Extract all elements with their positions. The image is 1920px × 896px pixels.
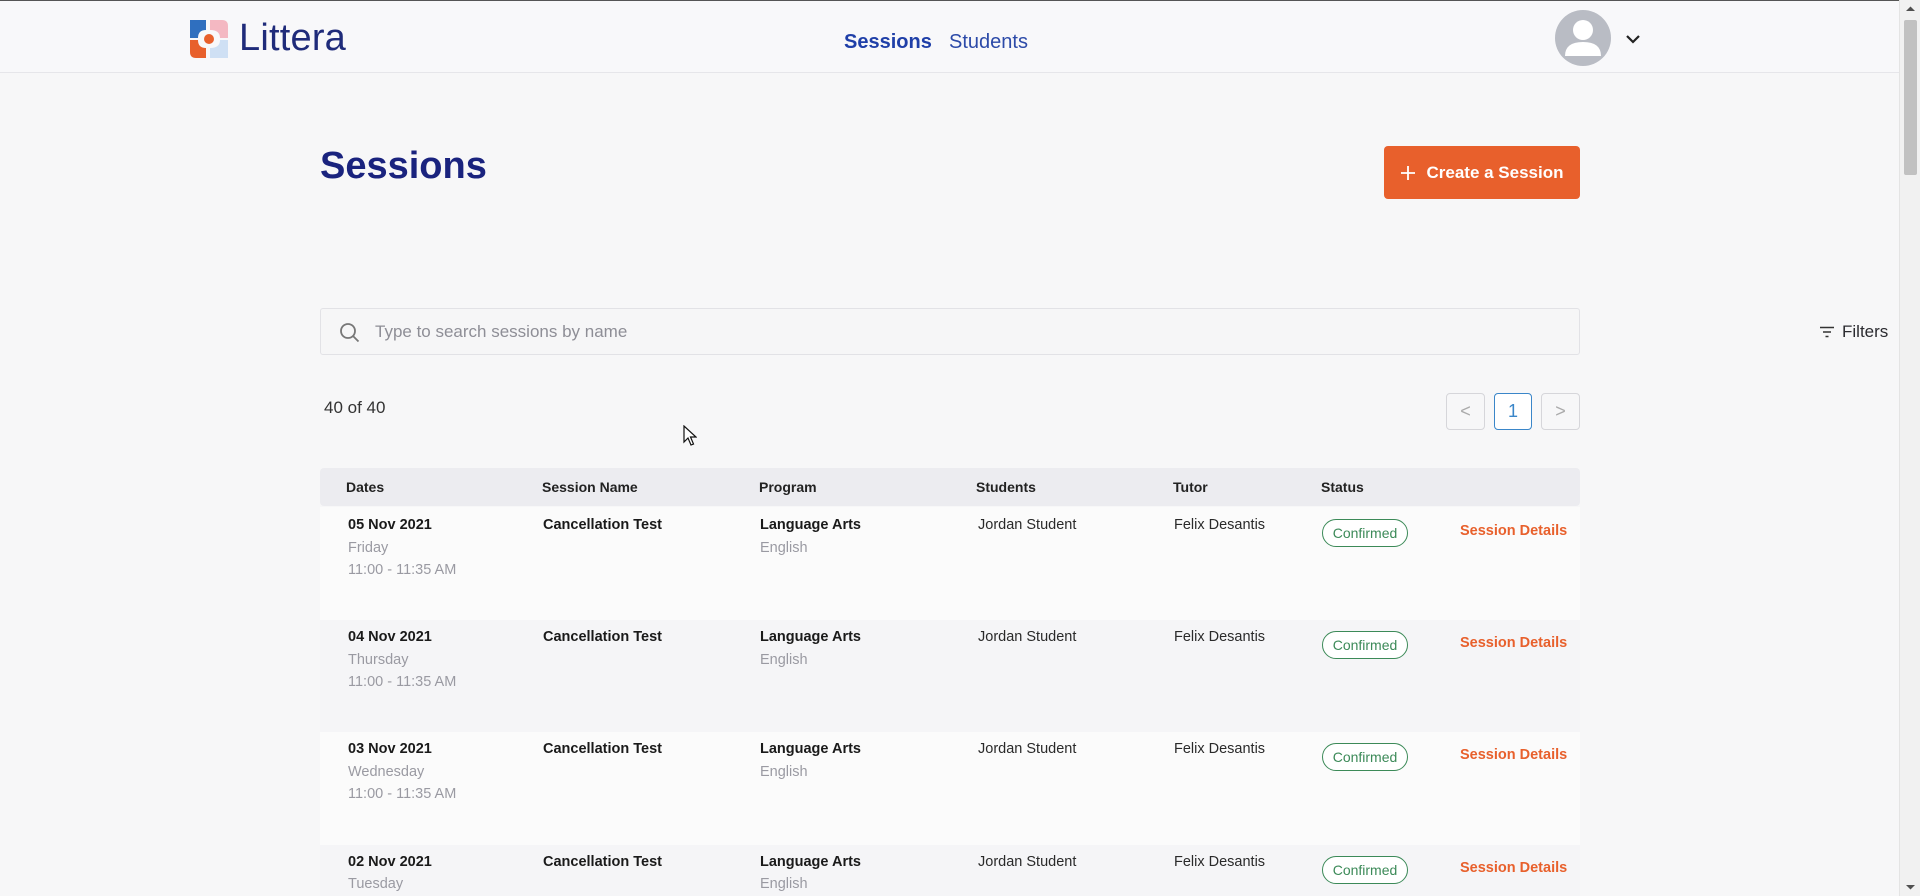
page-scrollbar[interactable] bbox=[1899, 0, 1920, 896]
session-students: Jordan Student bbox=[978, 517, 1077, 533]
session-details-link[interactable]: Session Details bbox=[1460, 523, 1567, 539]
column-header-tutor[interactable]: Tutor bbox=[1173, 479, 1208, 495]
scrollbar-thumb[interactable] bbox=[1904, 20, 1917, 175]
column-header-session-name[interactable]: Session Name bbox=[542, 479, 638, 495]
session-program: Language Arts bbox=[760, 629, 861, 645]
results-count: 40 of 40 bbox=[324, 398, 386, 417]
littera-logo-icon bbox=[190, 19, 228, 58]
session-weekday: Tuesday bbox=[348, 876, 404, 892]
session-program: Language Arts bbox=[760, 854, 861, 870]
app-name: Littera bbox=[239, 17, 347, 59]
search-input[interactable] bbox=[375, 309, 1395, 354]
session-weekday: Thursday bbox=[348, 652, 409, 668]
pagination-page-button[interactable]: 1 bbox=[1494, 393, 1532, 430]
session-students: Jordan Student bbox=[978, 741, 1077, 757]
session-time: 11:00 - 11:35 AM bbox=[348, 562, 457, 578]
create-session-button[interactable]: Create a Session bbox=[1384, 146, 1580, 199]
top-navigation-bar: Littera Sessions Students bbox=[0, 0, 1899, 73]
status-badge: Confirmed bbox=[1322, 856, 1408, 884]
filters-label: Filters bbox=[1842, 322, 1889, 341]
table-header: Dates Session Name Program Students Tuto… bbox=[320, 468, 1580, 506]
session-time: 11:00 - 11:35 AM bbox=[348, 674, 457, 690]
session-students: Jordan Student bbox=[978, 629, 1077, 645]
session-students: Jordan Student bbox=[978, 854, 1077, 870]
nav-students[interactable]: Students bbox=[949, 31, 1028, 54]
column-header-dates[interactable]: Dates bbox=[346, 479, 384, 495]
status-badge: Confirmed bbox=[1322, 519, 1408, 547]
app-logo[interactable]: Littera bbox=[188, 17, 346, 60]
session-details-link[interactable]: Session Details bbox=[1460, 860, 1567, 876]
session-subject: English bbox=[760, 764, 808, 780]
session-name: Cancellation Test bbox=[543, 741, 662, 757]
search-icon bbox=[340, 323, 360, 343]
column-header-status[interactable]: Status bbox=[1321, 479, 1364, 495]
session-tutor: Felix Desantis bbox=[1174, 629, 1266, 645]
session-name: Cancellation Test bbox=[543, 517, 662, 533]
session-date: 02 Nov 2021 bbox=[348, 854, 432, 870]
create-session-label: Create a Session bbox=[1426, 162, 1564, 182]
session-program: Language Arts bbox=[760, 517, 861, 533]
table-row[interactable]: 04 Nov 2021 Thursday 11:00 - 11:35 AM Ca… bbox=[320, 620, 1580, 733]
user-avatar-icon[interactable] bbox=[1555, 10, 1611, 66]
table-row[interactable]: 05 Nov 2021 Friday 11:00 - 11:35 AM Canc… bbox=[320, 507, 1580, 620]
session-tutor: Felix Desantis bbox=[1174, 517, 1266, 533]
session-subject: English bbox=[760, 876, 808, 892]
chevron-down-icon[interactable] bbox=[1625, 33, 1641, 45]
session-tutor: Felix Desantis bbox=[1174, 741, 1266, 757]
session-details-link[interactable]: Session Details bbox=[1460, 747, 1567, 763]
session-subject: English bbox=[760, 652, 808, 668]
person-silhouette-icon bbox=[1565, 20, 1601, 56]
pagination-prev-button[interactable]: < bbox=[1446, 393, 1485, 430]
session-date: 05 Nov 2021 bbox=[348, 517, 432, 533]
status-badge: Confirmed bbox=[1322, 743, 1408, 771]
filters-button[interactable]: Filters bbox=[1819, 322, 1888, 342]
table-row[interactable]: 03 Nov 2021 Wednesday 11:00 - 11:35 AM C… bbox=[320, 732, 1580, 845]
session-program: Language Arts bbox=[760, 741, 861, 757]
nav-sessions[interactable]: Sessions bbox=[844, 31, 932, 54]
mouse-cursor-icon bbox=[683, 425, 697, 446]
search-bar: Filters bbox=[320, 308, 1888, 355]
column-header-program[interactable]: Program bbox=[759, 479, 817, 495]
session-weekday: Wednesday bbox=[348, 764, 425, 780]
session-weekday: Friday bbox=[348, 540, 389, 556]
session-name: Cancellation Test bbox=[543, 629, 662, 645]
plus-icon bbox=[1401, 165, 1416, 180]
pagination-next-button[interactable]: > bbox=[1541, 393, 1580, 430]
scroll-up-arrow-icon[interactable] bbox=[1900, 2, 1920, 16]
filter-lines-icon bbox=[1820, 326, 1834, 338]
session-tutor: Felix Desantis bbox=[1174, 854, 1266, 870]
session-subject: English bbox=[760, 540, 808, 556]
column-header-students[interactable]: Students bbox=[976, 479, 1036, 495]
session-time: 11:00 - 11:35 AM bbox=[348, 786, 457, 802]
status-badge: Confirmed bbox=[1322, 631, 1408, 659]
page-title: Sessions bbox=[320, 145, 487, 187]
scroll-down-arrow-icon[interactable] bbox=[1900, 880, 1920, 894]
session-date: 04 Nov 2021 bbox=[348, 629, 432, 645]
session-date: 03 Nov 2021 bbox=[348, 741, 432, 757]
session-name: Cancellation Test bbox=[543, 854, 662, 870]
session-details-link[interactable]: Session Details bbox=[1460, 635, 1567, 651]
table-row[interactable]: 02 Nov 2021 Tuesday Cancellation Test La… bbox=[320, 845, 1580, 896]
